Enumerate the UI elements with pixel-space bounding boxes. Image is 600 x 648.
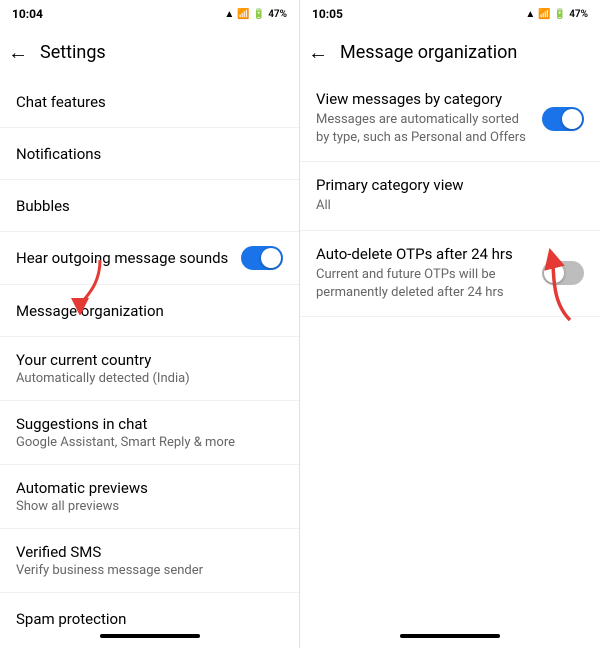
primary-category-subtitle: All	[316, 197, 584, 215]
country-title: Your current country	[16, 351, 283, 369]
settings-item-bubbles[interactable]: Bubbles	[0, 180, 299, 232]
verified-sms-subtitle: Verify business message sender	[16, 563, 283, 578]
hear-outgoing-title: Hear outgoing message sounds	[16, 249, 241, 267]
view-category-toggle[interactable]	[542, 107, 584, 131]
auto-previews-subtitle: Show all previews	[16, 499, 283, 514]
settings-item-auto-previews[interactable]: Automatic previews Show all previews	[0, 465, 299, 529]
back-button-right[interactable]: ←	[308, 40, 328, 65]
signal-icon-r: ▲	[525, 9, 535, 20]
top-bar-left: ← Settings	[0, 28, 299, 76]
country-subtitle: Automatically detected (India)	[16, 371, 283, 386]
hear-outgoing-toggle[interactable]	[241, 246, 283, 270]
status-bar-left: 10:04 ▲ 📶 🔋 47%	[0, 0, 299, 28]
settings-item-message-org[interactable]: Message organization	[0, 285, 299, 337]
msg-org-view-category[interactable]: View messages by category Messages are a…	[300, 76, 600, 162]
toggle-knob	[261, 248, 281, 268]
primary-category-title: Primary category view	[316, 176, 584, 194]
battery-icon-r: 🔋	[554, 9, 566, 20]
left-panel: 10:04 ▲ 📶 🔋 47% ← Settings Chat features…	[0, 0, 300, 648]
notifications-title: Notifications	[16, 145, 283, 163]
settings-item-hear-outgoing[interactable]: Hear outgoing message sounds	[0, 232, 299, 285]
suggestions-title: Suggestions in chat	[16, 415, 283, 433]
suggestions-subtitle: Google Assistant, Smart Reply & more	[16, 435, 283, 450]
battery-pct-left: 47%	[268, 9, 287, 20]
settings-item-suggestions[interactable]: Suggestions in chat Google Assistant, Sm…	[0, 401, 299, 465]
wifi-icon-r: 📶	[538, 9, 550, 20]
message-org-title: Message organization	[16, 302, 283, 320]
verified-sms-title: Verified SMS	[16, 543, 283, 561]
settings-item-country[interactable]: Your current country Automatically detec…	[0, 337, 299, 401]
top-bar-right: ← Message organization	[300, 28, 600, 76]
signal-icon: ▲	[224, 9, 234, 20]
bottom-bar-right	[300, 628, 600, 648]
auto-delete-subtitle: Current and future OTPs will be permanen…	[316, 266, 530, 302]
settings-item-notifications[interactable]: Notifications	[0, 128, 299, 180]
page-title-left: Settings	[40, 42, 106, 63]
page-title-right: Message organization	[340, 42, 517, 63]
spam-title: Spam protection	[16, 610, 283, 628]
msg-org-auto-delete[interactable]: Auto-delete OTPs after 24 hrs Current an…	[300, 231, 600, 317]
battery-icon: 🔋	[253, 9, 265, 20]
right-panel: 10:05 ▲ 📶 🔋 47% ← Message organization V…	[300, 0, 600, 648]
toggle-knob-vc	[562, 109, 582, 129]
settings-item-verified-sms[interactable]: Verified SMS Verify business message sen…	[0, 529, 299, 593]
status-bar-right: 10:05 ▲ 📶 🔋 47%	[300, 0, 600, 28]
home-indicator-left	[100, 634, 200, 638]
time-left: 10:04	[12, 7, 43, 21]
auto-previews-title: Automatic previews	[16, 479, 283, 497]
auto-delete-title: Auto-delete OTPs after 24 hrs	[316, 245, 530, 263]
time-right: 10:05	[312, 7, 343, 21]
settings-item-spam[interactable]: Spam protection	[0, 593, 299, 628]
view-category-title: View messages by category	[316, 90, 530, 108]
bottom-bar-left	[0, 628, 299, 648]
back-button-left[interactable]: ←	[8, 40, 28, 65]
msg-org-primary-category[interactable]: Primary category view All	[300, 162, 600, 230]
settings-item-chat-features[interactable]: Chat features	[0, 76, 299, 128]
chat-features-title: Chat features	[16, 93, 283, 111]
settings-list: Chat features Notifications Bubbles Hear…	[0, 76, 299, 628]
home-indicator-right	[400, 634, 500, 638]
status-icons-left: ▲ 📶 🔋 47%	[224, 9, 287, 20]
battery-pct-right: 47%	[569, 9, 588, 20]
view-category-subtitle: Messages are automatically sorted by typ…	[316, 111, 530, 147]
toggle-knob-ad	[544, 263, 564, 283]
bubbles-title: Bubbles	[16, 197, 283, 215]
wifi-icon: 📶	[237, 9, 249, 20]
auto-delete-toggle[interactable]	[542, 261, 584, 285]
status-icons-right: ▲ 📶 🔋 47%	[525, 9, 588, 20]
